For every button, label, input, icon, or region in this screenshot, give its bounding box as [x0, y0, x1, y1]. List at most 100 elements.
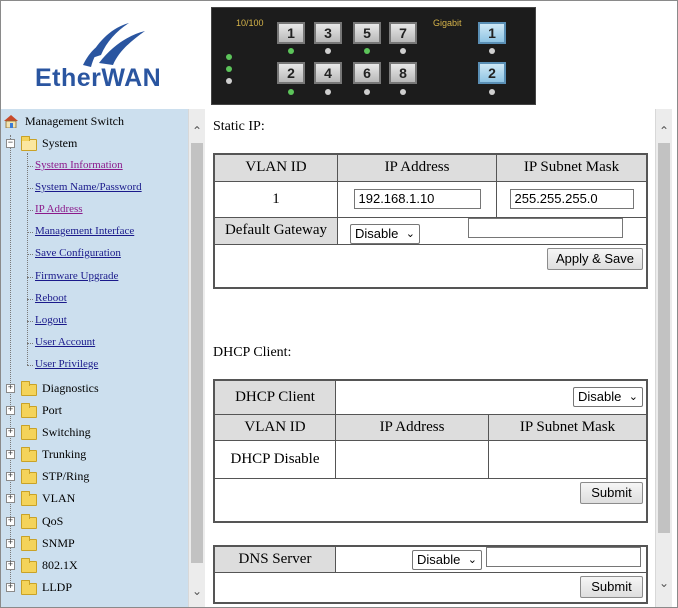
tree-folder-lldp[interactable]: + LLDP	[1, 577, 188, 597]
dhcp-col-header-ip-address: IP Address	[335, 413, 489, 441]
expand-icon[interactable]: +	[6, 450, 15, 459]
expand-icon[interactable]: +	[6, 428, 15, 437]
tree-folder-label: System	[42, 136, 78, 150]
col-header-ip-address: IP Address	[337, 153, 497, 182]
dns-server-input[interactable]	[486, 547, 641, 567]
tree-folder-label: STP/Ring	[42, 469, 90, 483]
tree-folder-label: Diagnostics	[42, 381, 99, 395]
dhcp-status-value: DHCP Disable	[213, 439, 336, 479]
ip-address-input[interactable]: 192.168.1.10	[353, 189, 481, 209]
window: EtherWAN 10/100 Gigabit 1 3 5 7 2 4 6 8 …	[0, 0, 678, 608]
scroll-down-icon[interactable]: ⌄	[189, 583, 205, 599]
folder-icon	[21, 536, 37, 551]
tree-folder-system[interactable]: − System	[1, 133, 188, 153]
tree-folder-label: Port	[42, 403, 63, 417]
expand-icon[interactable]: +	[6, 583, 15, 592]
header: EtherWAN 10/100 Gigabit 1 3 5 7 2 4 6 8 …	[1, 1, 677, 109]
expand-icon[interactable]: +	[6, 472, 15, 481]
expand-icon[interactable]: +	[6, 561, 15, 570]
port-6[interactable]: 6	[353, 62, 381, 84]
chevron-down-icon: ⌄	[628, 391, 638, 404]
dns-server-select[interactable]: Disable ⌄	[412, 549, 482, 570]
port-2[interactable]: 2	[277, 62, 305, 84]
chevron-down-icon: ⌄	[405, 227, 415, 240]
scroll-up-icon[interactable]: ⌃	[656, 123, 672, 139]
sidebar-scrollbar[interactable]: ⌃ ⌄	[188, 109, 205, 607]
system-led	[226, 54, 232, 60]
tree-folder-label: Trunking	[42, 447, 87, 461]
port-3[interactable]: 3	[314, 22, 342, 44]
port-4[interactable]: 4	[314, 62, 342, 84]
dns-server-label: DNS Server	[213, 545, 336, 573]
main-scroll-thumb[interactable]	[658, 143, 670, 533]
brand-logo-text: EtherWAN	[35, 64, 162, 92]
tree-folder-diagnostics[interactable]: + Diagnostics	[1, 378, 188, 398]
folder-icon	[21, 580, 37, 595]
folder-icon	[21, 381, 37, 396]
switch-front-panel: 10/100 Gigabit 1 3 5 7 2 4 6 8 1 2	[211, 7, 536, 105]
expand-icon[interactable]: +	[6, 406, 15, 415]
dhcp-client-label: DHCP Client	[213, 379, 336, 415]
folder-icon	[21, 514, 37, 529]
tree-folder-trunking[interactable]: + Trunking	[1, 444, 188, 464]
dns-server-table: DNS Server Disable ⌄ Submit	[213, 545, 648, 604]
tree-folder-snmp[interactable]: + SNMP	[1, 533, 188, 553]
tree-folder-stp-ring[interactable]: + STP/Ring	[1, 466, 188, 486]
static-ip-table: VLAN ID IP Address IP Subnet Mask 1 192.…	[213, 153, 648, 289]
status-led	[226, 78, 232, 84]
expand-icon[interactable]: +	[6, 517, 15, 526]
port-5-led	[364, 48, 370, 54]
tree-folder-8021x[interactable]: + 802.1X	[1, 555, 188, 575]
dhcp-subnet-mask-value	[488, 439, 648, 479]
expand-icon[interactable]: +	[6, 539, 15, 548]
scroll-up-icon[interactable]: ⌃	[189, 123, 205, 139]
port-4-led	[325, 89, 331, 95]
folder-icon	[21, 491, 37, 506]
port-7[interactable]: 7	[389, 22, 417, 44]
tree-connector-system	[27, 153, 28, 365]
tree-folder-switching[interactable]: + Switching	[1, 422, 188, 442]
chevron-down-icon: ⌄	[467, 553, 477, 566]
port-5[interactable]: 5	[353, 22, 381, 44]
gigabit-port-2-led	[489, 89, 495, 95]
expand-icon[interactable]: +	[6, 494, 15, 503]
tree-folder-port[interactable]: + Port	[1, 400, 188, 420]
tree-folder-label: 802.1X	[42, 558, 78, 572]
col-header-vlan-id: VLAN ID	[213, 153, 338, 182]
gateway-mode-select[interactable]: Disable ⌄	[350, 223, 420, 244]
dns-submit-button[interactable]: Submit	[580, 576, 643, 598]
house-icon	[4, 115, 18, 128]
dhcp-submit-button[interactable]: Submit	[580, 481, 643, 504]
port-7-led	[400, 48, 406, 54]
apply-and-save-button[interactable]: Apply & Save	[546, 247, 643, 270]
scroll-down-icon[interactable]: ⌄	[656, 575, 672, 591]
tree-folder-qos[interactable]: + QoS	[1, 511, 188, 531]
port-6-led	[364, 89, 370, 95]
gigabit-port-1[interactable]: 1	[478, 22, 506, 44]
static-ip-title: Static IP:	[213, 119, 265, 134]
collapse-icon[interactable]: −	[6, 139, 15, 148]
port-1-led	[288, 48, 294, 54]
subnet-mask-input[interactable]: 255.255.255.0	[509, 189, 634, 209]
tree-folder-label: Switching	[42, 425, 91, 439]
expand-icon[interactable]: +	[6, 384, 15, 393]
open-folder-icon	[21, 136, 37, 151]
navigation-tree: Management Switch − System System Inform…	[1, 109, 188, 607]
gigabit-label: Gigabit	[433, 18, 462, 28]
port-8[interactable]: 8	[389, 62, 417, 84]
dhcp-client-select[interactable]: Disable ⌄	[573, 387, 643, 408]
tree-root[interactable]: Management Switch	[1, 111, 188, 131]
port-2-led	[288, 89, 294, 95]
tree-folder-label: LLDP	[42, 580, 72, 594]
gigabit-port-1-led	[489, 48, 495, 54]
gigabit-port-2[interactable]: 2	[478, 62, 506, 84]
power-led	[226, 66, 232, 72]
port-1[interactable]: 1	[277, 22, 305, 44]
tree-folder-vlan[interactable]: + VLAN	[1, 488, 188, 508]
sidebar-scroll-thumb[interactable]	[191, 143, 203, 563]
dhcp-client-table: DHCP Client Disable ⌄ VLAN ID IP Address …	[213, 379, 648, 523]
main-scrollbar[interactable]: ⌃ ⌄	[655, 109, 672, 607]
default-gateway-label: Default Gateway	[213, 216, 338, 245]
gateway-address-input[interactable]	[467, 217, 623, 238]
folder-icon	[21, 403, 37, 418]
